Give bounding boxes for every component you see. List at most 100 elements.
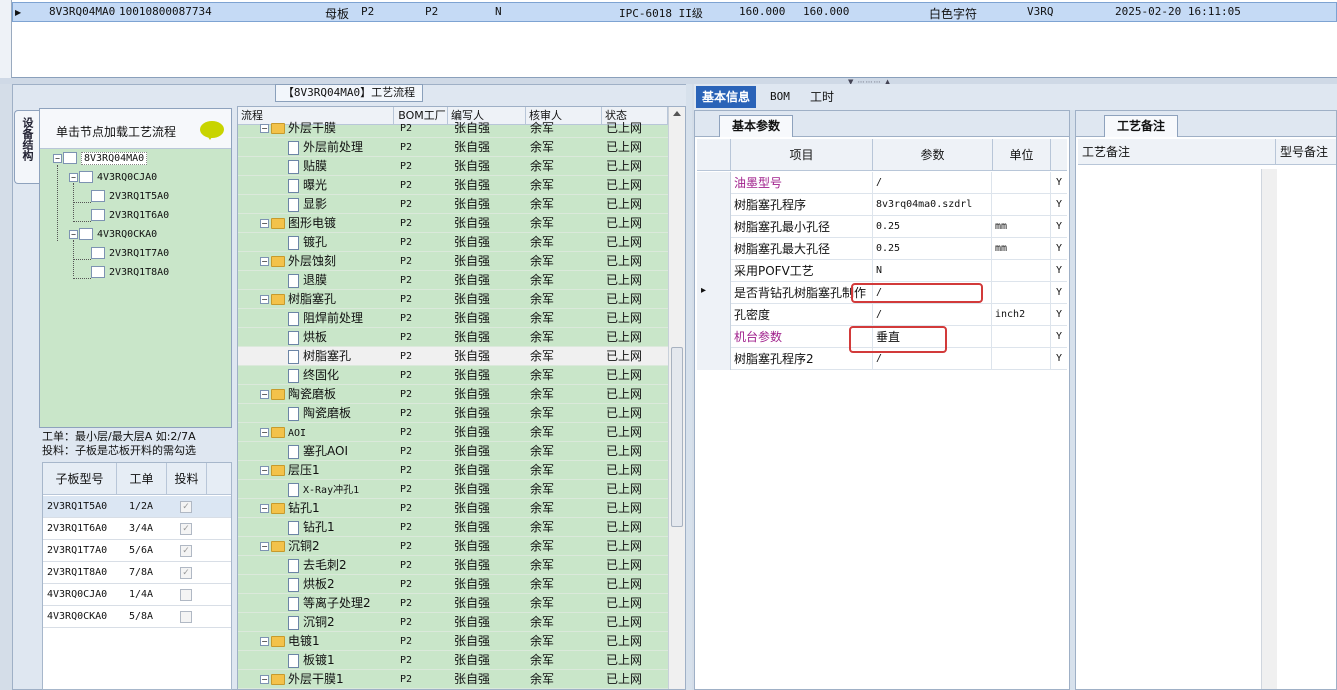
scroll-up-icon[interactable]: [673, 111, 681, 116]
param-value[interactable]: 0.25: [874, 238, 992, 260]
collapse-icon[interactable]: −: [260, 124, 269, 133]
process-row[interactable]: 曝光 P2 张自强 余军 已上网: [238, 176, 668, 195]
tab-bom[interactable]: BOM: [764, 86, 796, 108]
collapse-icon[interactable]: −: [260, 504, 269, 513]
tree-node[interactable]: − 8V3RQ04MA0: [53, 151, 148, 167]
process-row[interactable]: − 图形电镀 P2 张自强 余军 已上网: [238, 214, 668, 233]
process-row[interactable]: 陶瓷磨板 P2 张自强 余军 已上网: [238, 404, 668, 423]
process-row[interactable]: 贴膜 P2 张自强 余军 已上网: [238, 157, 668, 176]
param-value[interactable]: 8v3rq04ma0.szdrl: [874, 194, 992, 216]
process-row[interactable]: − 陶瓷磨板 P2 张自强 余军 已上网: [238, 385, 668, 404]
tree-node[interactable]: − 4V3RQ0CKA0: [69, 227, 157, 243]
tree-node[interactable]: 2V3RQ1T6A0: [91, 208, 169, 224]
tab-work-hours[interactable]: 工时: [804, 86, 840, 108]
param-row[interactable]: 孔密度 / inch2 Y: [697, 304, 1067, 326]
process-row[interactable]: 镀孔 P2 张自强 余军 已上网: [238, 233, 668, 252]
process-row[interactable]: 去毛刺2 P2 张自强 余军 已上网: [238, 556, 668, 575]
process-row[interactable]: − AOI P2 张自强 余军 已上网: [238, 423, 668, 442]
process-row[interactable]: 塞孔AOI P2 张自强 余军 已上网: [238, 442, 668, 461]
sub-board-row[interactable]: 2V3RQ1T8A0 7/8A ✓: [43, 562, 231, 584]
row-indicator[interactable]: [697, 194, 731, 216]
row-indicator[interactable]: [697, 348, 731, 370]
process-row[interactable]: 等离子处理2 P2 张自强 余军 已上网: [238, 594, 668, 613]
process-row[interactable]: 外层前处理 P2 张自强 余军 已上网: [238, 138, 668, 157]
tree-node[interactable]: 2V3RQ1T8A0: [91, 265, 169, 281]
collapse-icon[interactable]: −: [260, 219, 269, 228]
tab-process-notes[interactable]: 工艺备注: [1104, 115, 1178, 137]
collapse-icon[interactable]: −: [69, 229, 78, 239]
process-status: 已上网: [606, 463, 643, 477]
process-factory: P2: [400, 161, 413, 172]
sub-board-row[interactable]: 4V3RQ0CJA0 1/4A: [43, 584, 231, 606]
process-row[interactable]: 树脂塞孔 P2 张自强 余军 已上网: [238, 347, 668, 366]
row-indicator[interactable]: [697, 260, 731, 282]
sub-board-row[interactable]: 2V3RQ1T6A0 3/4A ✓: [43, 518, 231, 540]
row-indicator[interactable]: [697, 216, 731, 238]
process-row[interactable]: − 外层干膜 P2 张自强 余军 已上网: [238, 119, 668, 138]
process-row[interactable]: − 外层蚀刻 P2 张自强 余军 已上网: [238, 252, 668, 271]
row-indicator[interactable]: [697, 304, 731, 326]
feed-checkbox[interactable]: ✓: [180, 567, 192, 579]
feed-checkbox[interactable]: [180, 611, 192, 623]
process-row[interactable]: 显影 P2 张自强 余军 已上网: [238, 195, 668, 214]
param-value[interactable]: 0.25: [874, 216, 992, 238]
collapse-icon[interactable]: −: [260, 257, 269, 266]
process-row[interactable]: − 沉铜2 P2 张自强 余军 已上网: [238, 537, 668, 556]
process-scrollbar[interactable]: [668, 107, 685, 689]
process-row[interactable]: 烘板2 P2 张自强 余军 已上网: [238, 575, 668, 594]
collapse-icon[interactable]: −: [53, 153, 62, 163]
process-factory: P2: [400, 465, 413, 476]
tab-basic-info[interactable]: 基本信息: [696, 86, 757, 108]
process-row[interactable]: − 电镀1 P2 张自强 余军 已上网: [238, 632, 668, 651]
collapse-icon[interactable]: −: [260, 295, 269, 304]
node-icon: [91, 209, 105, 221]
param-row[interactable]: 树脂塞孔程序 8v3rq04ma0.szdrl Y: [697, 194, 1067, 216]
process-row[interactable]: − 钻孔1 P2 张自强 余军 已上网: [238, 499, 668, 518]
tree-node[interactable]: − 4V3RQ0CJA0: [69, 170, 157, 186]
param-value[interactable]: N: [874, 260, 992, 282]
row-indicator[interactable]: [697, 238, 731, 260]
process-row[interactable]: − 树脂塞孔 P2 张自强 余军 已上网: [238, 290, 668, 309]
feed-checkbox[interactable]: ✓: [180, 523, 192, 535]
sub-board-row[interactable]: 2V3RQ1T5A0 1/2A ✓: [43, 496, 231, 518]
process-row[interactable]: − 层压1 P2 张自强 余军 已上网: [238, 461, 668, 480]
order-row-selected[interactable]: ▶ 8V3RQ04MA0 10010800087734 母板 P2 P2 N I…: [12, 2, 1337, 22]
collapse-icon[interactable]: −: [260, 675, 269, 684]
collapse-icon[interactable]: −: [69, 172, 78, 182]
process-row[interactable]: 阻焊前处理 P2 张自强 余军 已上网: [238, 309, 668, 328]
tree-node[interactable]: 2V3RQ1T5A0: [91, 189, 169, 205]
row-indicator[interactable]: [697, 172, 731, 194]
process-row[interactable]: 板镀1 P2 张自强 余军 已上网: [238, 651, 668, 670]
param-row[interactable]: 采用POFV工艺 N Y: [697, 260, 1067, 282]
process-row[interactable]: 终固化 P2 张自强 余军 已上网: [238, 366, 668, 385]
param-row[interactable]: 树脂塞孔最小孔径 0.25 mm Y: [697, 216, 1067, 238]
process-row[interactable]: X-Ray冲孔1 P2 张自强 余军 已上网: [238, 480, 668, 499]
collapse-icon[interactable]: −: [260, 542, 269, 551]
process-row[interactable]: 退膜 P2 张自强 余军 已上网: [238, 271, 668, 290]
collapse-icon[interactable]: −: [260, 428, 269, 437]
collapse-icon[interactable]: −: [260, 637, 269, 646]
param-row[interactable]: 树脂塞孔最大孔径 0.25 mm Y: [697, 238, 1067, 260]
feed-checkbox[interactable]: ✓: [180, 545, 192, 557]
param-value[interactable]: /: [874, 172, 992, 194]
process-row[interactable]: 沉铜2 P2 张自强 余军 已上网: [238, 613, 668, 632]
tab-device-structure[interactable]: 设备结构: [14, 110, 39, 184]
sub-board-row[interactable]: 2V3RQ1T7A0 5/6A ✓: [43, 540, 231, 562]
process-row[interactable]: 烘板 P2 张自强 余军 已上网: [238, 328, 668, 347]
collapse-icon[interactable]: −: [260, 466, 269, 475]
vertical-splitter[interactable]: [686, 84, 692, 690]
scroll-thumb[interactable]: [671, 347, 683, 527]
row-indicator[interactable]: ▸: [697, 282, 731, 304]
param-row[interactable]: 油墨型号 / Y: [697, 172, 1067, 194]
tree-node[interactable]: 2V3RQ1T7A0: [91, 246, 169, 262]
feed-checkbox[interactable]: [180, 589, 192, 601]
notes-scrollbar[interactable]: [1261, 169, 1277, 689]
feed-checkbox[interactable]: ✓: [180, 501, 192, 513]
process-row[interactable]: − 外层干膜1 P2 张自强 余军 已上网: [238, 670, 668, 689]
process-row[interactable]: 钻孔1 P2 张自强 余军 已上网: [238, 518, 668, 537]
row-indicator[interactable]: [697, 326, 731, 348]
collapse-icon[interactable]: −: [260, 390, 269, 399]
sub-board-row[interactable]: 4V3RQ0CKA0 5/8A: [43, 606, 231, 628]
tab-basic-params[interactable]: 基本参数: [719, 115, 793, 137]
param-value[interactable]: /: [874, 304, 992, 326]
